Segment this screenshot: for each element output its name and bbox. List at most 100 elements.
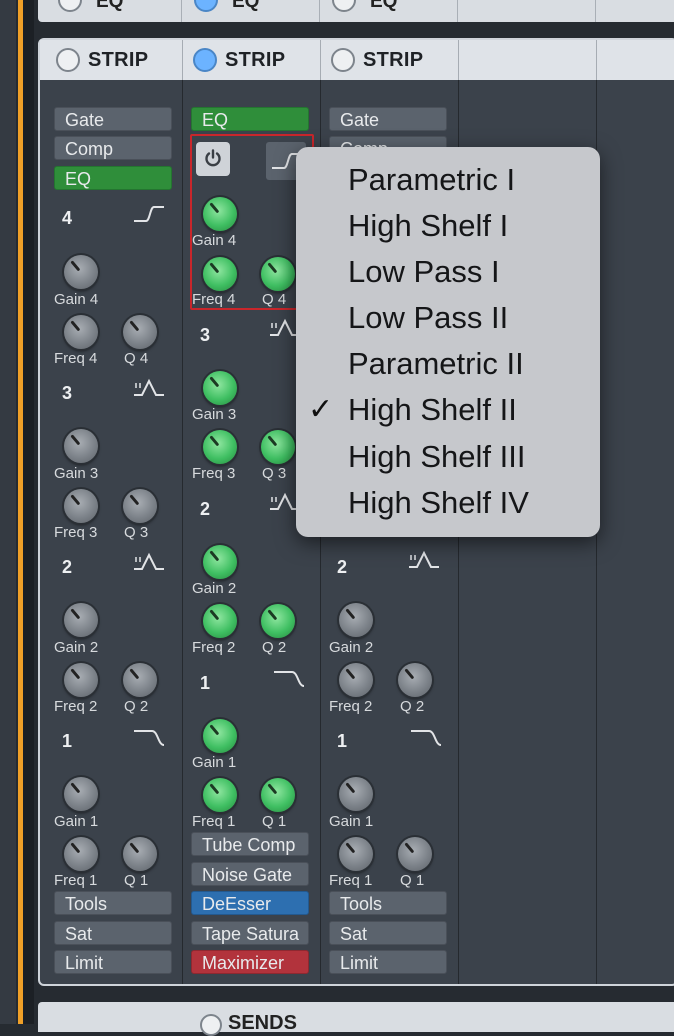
sends-row: SENDS <box>38 1002 674 1036</box>
insert-gate-button[interactable]: Gate <box>329 107 447 131</box>
insert-tools-button[interactable]: Tools <box>54 891 172 915</box>
left-rail <box>0 0 16 1024</box>
q-label: Q 1 <box>262 813 287 830</box>
strip-radio-1[interactable] <box>56 48 80 72</box>
menu-item-parametric-ii[interactable]: Parametric II <box>348 346 524 382</box>
q-label: Q 1 <box>124 872 149 889</box>
q-knob[interactable] <box>123 489 157 523</box>
band-number: 4 <box>62 208 73 228</box>
freq-knob[interactable] <box>64 663 98 697</box>
gain-knob[interactable] <box>64 429 98 463</box>
insert-limit-button[interactable]: Limit <box>329 950 447 974</box>
q-knob[interactable] <box>398 837 432 871</box>
menu-item-high-shelf-iv[interactable]: High Shelf IV <box>348 485 529 521</box>
gain-knob[interactable] <box>339 777 373 811</box>
strip-button-2[interactable]: STRIP <box>193 44 285 76</box>
eq-radio-2[interactable] <box>194 0 218 12</box>
gain-label: Gain 4 <box>192 232 237 249</box>
parametric-shape-icon[interactable] <box>132 551 166 573</box>
eq-cell-2[interactable]: EQ <box>182 0 320 22</box>
power-icon <box>205 149 221 167</box>
column-divider <box>182 80 183 984</box>
freq-knob[interactable] <box>339 837 373 871</box>
q-label: Q 4 <box>262 291 287 308</box>
gain-knob[interactable] <box>203 371 237 405</box>
freq-knob[interactable] <box>64 837 98 871</box>
strip-radio-2[interactable] <box>193 48 217 72</box>
insert-gate-button[interactable]: Gate <box>54 107 172 131</box>
freq-knob[interactable] <box>203 257 237 291</box>
strip-radio-3[interactable] <box>331 48 355 72</box>
gain-knob[interactable] <box>203 197 237 231</box>
insert-tube-comp-button[interactable]: Tube Comp <box>191 832 309 856</box>
gain-label: Gain 2 <box>192 580 237 597</box>
eq-cell-1[interactable]: EQ <box>38 0 182 22</box>
freq-knob[interactable] <box>203 430 237 464</box>
gain-knob[interactable] <box>339 603 373 637</box>
menu-item-high-shelf-ii[interactable]: High Shelf II <box>348 392 517 428</box>
gain-label: Gain 1 <box>329 813 374 830</box>
menu-item-low-pass-ii[interactable]: Low Pass II <box>348 300 508 336</box>
freq-label: Freq 3 <box>192 465 236 482</box>
menu-item-high-shelf-i[interactable]: High Shelf I <box>348 208 508 244</box>
gain-label: Gain 2 <box>54 639 99 656</box>
freq-label: Freq 2 <box>329 698 373 715</box>
gain-knob[interactable] <box>203 719 237 753</box>
freq-knob[interactable] <box>64 489 98 523</box>
low-cut-shape-icon[interactable] <box>272 668 306 690</box>
menu-item-high-shelf-iii[interactable]: High Shelf III <box>348 439 525 475</box>
gain-label: Gain 4 <box>54 291 99 308</box>
freq-knob[interactable] <box>64 315 98 349</box>
strip-button-3[interactable]: STRIP <box>331 44 423 76</box>
insert-tools-button[interactable]: Tools <box>329 891 447 915</box>
gain-knob[interactable] <box>203 545 237 579</box>
eq-radio-1[interactable] <box>58 0 82 12</box>
parametric-shape-icon[interactable] <box>407 549 441 571</box>
insert-maximizer-button[interactable]: Maximizer <box>191 950 309 974</box>
freq-label: Freq 4 <box>192 291 236 308</box>
strip-label-3: STRIP <box>363 48 424 71</box>
insert-sat-button[interactable]: Sat <box>329 921 447 945</box>
insert-deesser-button[interactable]: DeEsser <box>191 891 309 915</box>
gain-knob[interactable] <box>64 777 98 811</box>
high-shelf-shape-icon[interactable] <box>132 203 166 225</box>
eq-cell-3[interactable]: EQ <box>320 0 458 22</box>
q-knob[interactable] <box>123 315 157 349</box>
insert-limit-button[interactable]: Limit <box>54 950 172 974</box>
insert-comp-button[interactable]: Comp <box>54 136 172 160</box>
insert-eq-button[interactable]: EQ <box>191 107 309 131</box>
low-cut-shape-icon[interactable] <box>132 727 166 749</box>
q-knob[interactable] <box>398 663 432 697</box>
rail-gap <box>23 0 34 1024</box>
band-number: 3 <box>62 383 73 403</box>
eq-radio-3[interactable] <box>332 0 356 12</box>
strip-button-1[interactable]: STRIP <box>56 44 148 76</box>
sends-radio[interactable] <box>200 1014 222 1036</box>
gain-label: Gain 3 <box>54 465 99 482</box>
q-knob[interactable] <box>261 604 295 638</box>
checkmark-icon: ✓ <box>308 393 334 426</box>
gain-knob[interactable] <box>64 255 98 289</box>
band-power-button[interactable] <box>196 142 230 176</box>
insert-sat-button[interactable]: Sat <box>54 921 172 945</box>
q-label: Q 2 <box>124 698 149 715</box>
parametric-shape-icon[interactable] <box>132 377 166 399</box>
q-knob[interactable] <box>261 430 295 464</box>
band-number: 3 <box>200 325 211 345</box>
menu-item-low-pass-i[interactable]: Low Pass I <box>348 254 500 290</box>
q-knob[interactable] <box>261 257 295 291</box>
insert-eq-button[interactable]: EQ <box>54 166 172 190</box>
freq-knob[interactable] <box>203 604 237 638</box>
freq-knob[interactable] <box>339 663 373 697</box>
freq-knob[interactable] <box>203 778 237 812</box>
q-knob[interactable] <box>123 663 157 697</box>
insert-tape-saturation-button[interactable]: Tape Satura <box>191 921 309 945</box>
eq-cell-4 <box>458 0 596 22</box>
q-knob[interactable] <box>261 778 295 812</box>
q-knob[interactable] <box>123 837 157 871</box>
gain-knob[interactable] <box>64 603 98 637</box>
low-cut-shape-icon[interactable] <box>409 727 443 749</box>
menu-item-parametric-i[interactable]: Parametric I <box>348 162 515 198</box>
q-label: Q 1 <box>400 872 425 889</box>
insert-noise-gate-button[interactable]: Noise Gate <box>191 862 309 886</box>
